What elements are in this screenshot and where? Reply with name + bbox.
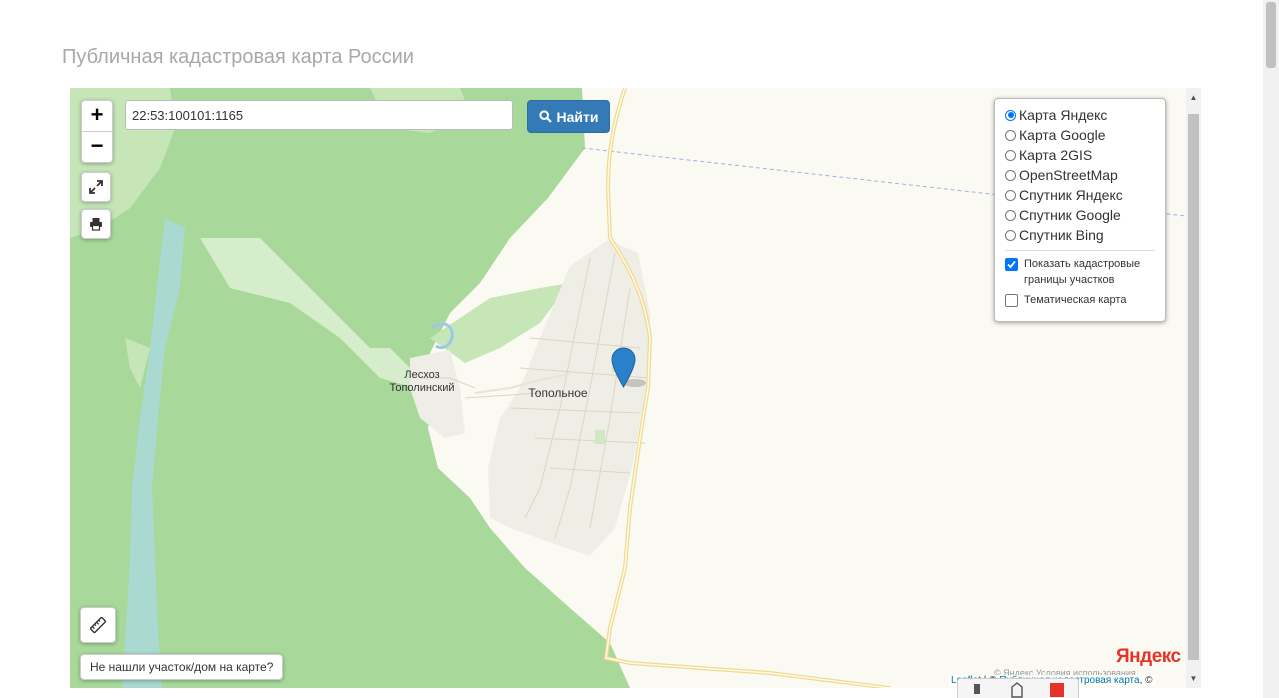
scrollbar-thumb[interactable] bbox=[1188, 114, 1199, 660]
checkbox[interactable] bbox=[1005, 258, 1018, 271]
layer-label: Спутник Google bbox=[1019, 207, 1121, 223]
attribution-suffix: , © bbox=[1139, 675, 1153, 686]
overlay-label: Показать кадастровые границы участков bbox=[1024, 258, 1141, 286]
layer-label: OpenStreetMap bbox=[1019, 167, 1118, 183]
scroll-down-arrow-icon[interactable]: ▼ bbox=[1186, 672, 1201, 686]
radio-button[interactable] bbox=[1005, 229, 1016, 241]
overlay-cadastral-boundaries[interactable]: Показать кадастровые границы участков bbox=[1005, 256, 1155, 288]
radio-button[interactable] bbox=[1005, 209, 1016, 221]
radio-button[interactable] bbox=[1005, 189, 1016, 201]
fullscreen-button[interactable] bbox=[81, 172, 111, 202]
layer-option-yandex-map[interactable]: Карта Яндекс bbox=[1005, 105, 1155, 125]
page-scrollbar[interactable] bbox=[1263, 0, 1279, 698]
not-found-button[interactable]: Не нашли участок/дом на карте? bbox=[80, 654, 284, 680]
search-button-label: Найти bbox=[556, 108, 599, 125]
printer-icon bbox=[90, 218, 102, 231]
layer-option-2gis-map[interactable]: Карта 2GIS bbox=[1005, 145, 1155, 165]
layer-option-google-satellite[interactable]: Спутник Google bbox=[1005, 205, 1155, 225]
radio-button[interactable] bbox=[1005, 109, 1016, 121]
overlay-label: Тематическая карта bbox=[1024, 294, 1127, 306]
map-pin-icon[interactable] bbox=[611, 347, 646, 388]
layers-divider bbox=[1005, 250, 1155, 251]
zoom-in-button[interactable]: + bbox=[82, 101, 112, 131]
measure-button[interactable] bbox=[80, 607, 116, 643]
layer-label: Спутник Bing bbox=[1019, 227, 1104, 243]
toolbar-icons bbox=[974, 682, 1064, 698]
map-view[interactable]: Лесхоз Тополинский Топольное + − 22:53:1… bbox=[70, 88, 1186, 688]
layer-option-bing-satellite[interactable]: Спутник Bing bbox=[1005, 225, 1155, 245]
ruler-icon bbox=[89, 616, 107, 634]
scroll-up-arrow-icon[interactable]: ▲ bbox=[1186, 91, 1201, 105]
search-button[interactable]: Найти bbox=[527, 100, 610, 133]
place-label-leskhoz: Лесхоз Тополинский bbox=[389, 369, 455, 394]
zoom-out-button[interactable]: − bbox=[82, 131, 112, 162]
place-label-topolnoe: Топольное bbox=[528, 386, 588, 400]
page-title: Публичная кадастровая карта России bbox=[62, 46, 414, 68]
expand-icon bbox=[89, 180, 103, 194]
checkbox[interactable] bbox=[1005, 294, 1018, 307]
page-scrollbar-thumb[interactable] bbox=[1266, 2, 1276, 68]
layer-option-yandex-satellite[interactable]: Спутник Яндекс bbox=[1005, 185, 1155, 205]
overlay-thematic-map[interactable]: Тематическая карта bbox=[1005, 292, 1155, 308]
layer-label: Карта Google bbox=[1019, 127, 1106, 143]
print-button[interactable] bbox=[81, 209, 111, 239]
check-icon bbox=[1007, 260, 1016, 269]
yandex-logo: Яндекс bbox=[1116, 646, 1181, 667]
page: Публичная кадастровая карта России Лесхо… bbox=[0, 0, 1279, 698]
radio-button[interactable] bbox=[1005, 169, 1016, 181]
layer-option-osm[interactable]: OpenStreetMap bbox=[1005, 165, 1155, 185]
layer-label: Карта 2GIS bbox=[1019, 147, 1093, 163]
zoom-control: + − bbox=[81, 100, 113, 163]
layer-option-google-map[interactable]: Карта Google bbox=[1005, 125, 1155, 145]
map-frame-scrollbar[interactable]: ▲ ▼ bbox=[1186, 88, 1201, 688]
search-icon bbox=[538, 110, 552, 123]
layer-label: Карта Яндекс bbox=[1019, 107, 1108, 123]
layer-label: Спутник Яндекс bbox=[1019, 187, 1123, 203]
layers-panel: Карта Яндекс Карта Google Карта 2GIS Ope… bbox=[994, 98, 1166, 322]
radio-button[interactable] bbox=[1005, 149, 1016, 161]
cadastral-search-input[interactable] bbox=[125, 100, 513, 130]
print-toolbar[interactable] bbox=[957, 678, 1079, 698]
radio-button[interactable] bbox=[1005, 129, 1016, 141]
